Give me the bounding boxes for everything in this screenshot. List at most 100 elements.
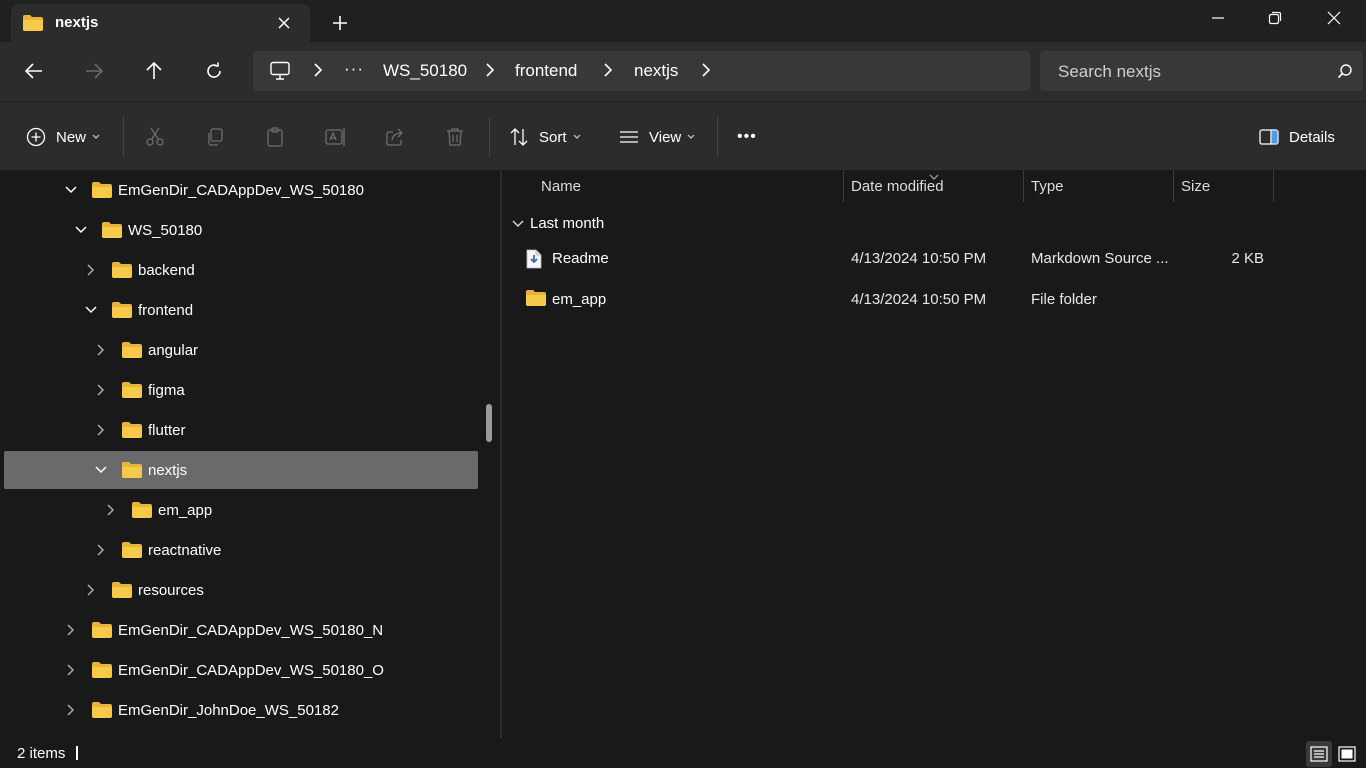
tab-title: nextjs bbox=[55, 14, 99, 31]
file-row-readme[interactable]: Readme 4/13/2024 10:50 PM Markdown Sourc… bbox=[502, 241, 1366, 277]
new-button[interactable]: New bbox=[26, 124, 100, 150]
chevron-right-icon[interactable] bbox=[603, 63, 613, 80]
chevron-right-icon[interactable] bbox=[94, 423, 108, 437]
details-button[interactable]: Details bbox=[1259, 124, 1335, 150]
sidebar-scrollbar[interactable] bbox=[486, 404, 492, 442]
file-row-em-app[interactable]: em_app 4/13/2024 10:50 PM File folder bbox=[502, 282, 1366, 318]
breadcrumb-frontend[interactable]: frontend bbox=[515, 61, 577, 81]
folder-icon bbox=[92, 622, 112, 638]
chevron-right-icon[interactable] bbox=[94, 543, 108, 557]
tree-item-frontend[interactable]: frontend bbox=[4, 291, 478, 329]
sort-button[interactable]: Sort bbox=[509, 124, 581, 150]
chevron-right-icon[interactable] bbox=[104, 503, 118, 517]
tree-item-nextjs[interactable]: nextjs bbox=[4, 451, 478, 489]
copy-icon[interactable] bbox=[205, 124, 225, 150]
chevron-right-icon[interactable] bbox=[313, 63, 323, 80]
chevron-right-icon[interactable] bbox=[84, 263, 98, 277]
column-header-name[interactable]: Name bbox=[541, 178, 581, 195]
column-divider[interactable] bbox=[1173, 170, 1174, 202]
chevron-down-icon bbox=[573, 134, 580, 139]
close-window-button[interactable] bbox=[1304, 0, 1364, 36]
back-button[interactable] bbox=[19, 56, 49, 86]
chevron-down-icon bbox=[92, 134, 100, 139]
tree-item-label: frontend bbox=[138, 302, 194, 319]
rename-icon[interactable] bbox=[325, 124, 347, 150]
folder-icon bbox=[102, 222, 122, 238]
tree-item-emgendir-cadappdev-ws-50180[interactable]: EmGenDir_CADAppDev_WS_50180 bbox=[4, 171, 478, 209]
column-header-date-modified[interactable]: Date modified bbox=[851, 178, 944, 195]
tree-item-label: EmGenDir_CADAppDev_WS_50180_N bbox=[118, 622, 384, 639]
tree-item-backend[interactable]: backend bbox=[4, 251, 478, 289]
column-header-size[interactable]: Size bbox=[1181, 178, 1210, 195]
tree-item-flutter[interactable]: flutter bbox=[4, 411, 478, 449]
column-divider[interactable] bbox=[1273, 170, 1274, 202]
tree-item-emgendir-johndoe-ws-50182[interactable]: EmGenDir_JohnDoe_WS_50182 bbox=[4, 691, 478, 729]
folder-icon bbox=[122, 342, 142, 358]
share-icon[interactable] bbox=[385, 124, 405, 150]
file-size: 2 KB bbox=[1231, 250, 1264, 267]
tiles-view-button[interactable] bbox=[1334, 741, 1360, 767]
details-pane-icon bbox=[1259, 129, 1279, 145]
up-button[interactable] bbox=[139, 56, 169, 86]
chevron-right-icon[interactable] bbox=[485, 63, 495, 80]
column-divider[interactable] bbox=[1023, 170, 1024, 202]
chevron-down-icon[interactable] bbox=[74, 223, 88, 237]
folder-icon bbox=[122, 462, 142, 478]
markdown-file-icon bbox=[526, 249, 542, 273]
group-label: Last month bbox=[530, 215, 605, 232]
search-input[interactable]: Search nextjs bbox=[1058, 62, 1161, 82]
tree-item-resources[interactable]: resources bbox=[4, 571, 478, 609]
folder-icon bbox=[112, 302, 132, 318]
chevron-right-icon[interactable] bbox=[84, 583, 98, 597]
chevron-down-icon[interactable] bbox=[84, 303, 98, 317]
this-pc-icon[interactable] bbox=[269, 61, 291, 84]
chevron-right-icon[interactable] bbox=[701, 63, 711, 80]
active-tab[interactable]: nextjs bbox=[11, 4, 310, 42]
tree-item-reactnative[interactable]: reactnative bbox=[4, 531, 478, 569]
column-divider[interactable] bbox=[843, 170, 844, 202]
group-header-last-month[interactable]: Last month bbox=[512, 215, 604, 232]
tree-item-emgendir-cadappdev-ws-50180-o[interactable]: EmGenDir_CADAppDev_WS_50180_O bbox=[4, 651, 478, 689]
column-header-type[interactable]: Type bbox=[1031, 178, 1064, 195]
refresh-button[interactable] bbox=[199, 56, 229, 86]
chevron-right-icon[interactable] bbox=[64, 703, 78, 717]
view-list-icon bbox=[620, 131, 638, 143]
delete-icon[interactable] bbox=[445, 124, 465, 150]
chevron-right-icon[interactable] bbox=[64, 623, 78, 637]
breadcrumb-nextjs[interactable]: nextjs bbox=[634, 61, 678, 81]
forward-button[interactable] bbox=[79, 56, 109, 86]
text-caret bbox=[76, 746, 78, 760]
minimize-button[interactable] bbox=[1188, 0, 1248, 36]
paste-icon[interactable] bbox=[265, 124, 285, 150]
address-bar[interactable]: ··· WS_50180 frontend nextjs bbox=[253, 51, 1030, 91]
chevron-right-icon[interactable] bbox=[94, 343, 108, 357]
tree-item-ws-50180[interactable]: WS_50180 bbox=[4, 211, 478, 249]
breadcrumb-ws-50180[interactable]: WS_50180 bbox=[383, 61, 467, 81]
chevron-down-icon[interactable] bbox=[64, 183, 78, 197]
file-date: 4/13/2024 10:50 PM bbox=[851, 250, 987, 267]
breadcrumb-overflow[interactable]: ··· bbox=[344, 59, 364, 79]
search-box[interactable]: Search nextjs bbox=[1040, 51, 1363, 91]
tree-item-label: angular bbox=[148, 342, 199, 359]
restore-button[interactable] bbox=[1245, 0, 1305, 36]
view-button[interactable]: View bbox=[619, 124, 695, 150]
tree-item-em-app[interactable]: em_app bbox=[4, 491, 478, 529]
new-tab-button[interactable] bbox=[329, 12, 351, 34]
chevron-right-icon[interactable] bbox=[64, 663, 78, 677]
status-bar: 2 items bbox=[0, 738, 1366, 768]
close-tab-icon[interactable] bbox=[273, 12, 295, 34]
tree-item-figma[interactable]: figma bbox=[4, 371, 478, 409]
tree-item-emgendir-cadappdev-ws-50180-n[interactable]: EmGenDir_CADAppDev_WS_50180_N bbox=[4, 611, 478, 649]
tree-item-angular[interactable]: angular bbox=[4, 331, 478, 369]
chevron-right-icon[interactable] bbox=[94, 383, 108, 397]
more-options-button[interactable]: ••• bbox=[737, 124, 757, 150]
chevron-down-icon[interactable] bbox=[94, 463, 108, 477]
command-bar: New Sort View ••• Details bbox=[0, 101, 1366, 170]
toolbar-divider bbox=[489, 117, 490, 157]
file-name: Readme bbox=[552, 250, 609, 267]
details-view-button[interactable] bbox=[1306, 741, 1332, 767]
file-list: Name Date modified Type Size Last month … bbox=[502, 170, 1366, 738]
tree-item-label: resources bbox=[138, 582, 204, 599]
cut-icon[interactable] bbox=[145, 124, 165, 150]
tree-item-label: WS_50180 bbox=[128, 222, 203, 239]
